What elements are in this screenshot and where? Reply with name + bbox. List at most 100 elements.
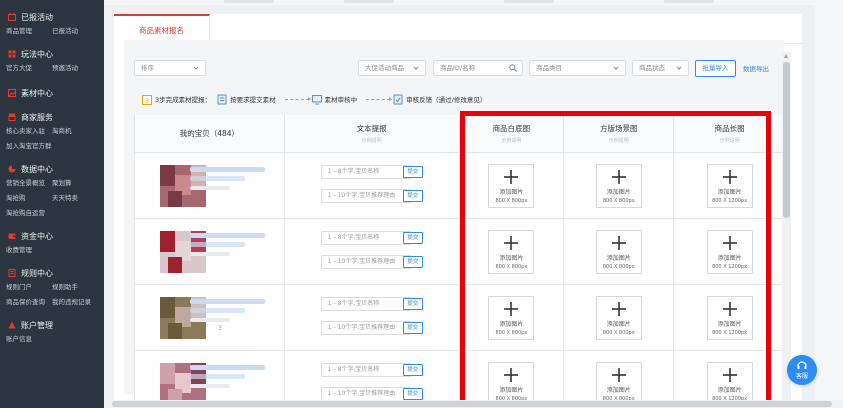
user-icon: [8, 321, 16, 329]
example-link[interactable]: 示例说明: [609, 137, 629, 144]
customer-service-button[interactable]: 客服: [787, 355, 817, 385]
item-name-input[interactable]: 1 - 8个字,宝贝名称: [320, 231, 411, 245]
image-size-label: 800 X 1200px: [712, 264, 748, 270]
item-reason-input[interactable]: 1 - 10个字,宝贝推荐理由: [320, 387, 411, 401]
sidebar-group-gameplay: 玩法中心 官方大促 预邀活动: [0, 41, 104, 78]
submit-name-button[interactable]: 提交: [402, 232, 423, 244]
submit-name-button[interactable]: 提交: [402, 166, 423, 178]
add-image-button[interactable]: 添加图片 800 X 800px: [595, 164, 642, 208]
sidebar-head-label: 数据中心: [21, 164, 53, 174]
sidebar-item-core-seller[interactable]: 核心卖家入驻: [6, 124, 52, 139]
submit-name-button[interactable]: 提交: [402, 364, 423, 376]
sidebar-item-juhuasuan[interactable]: 聚划算: [52, 176, 98, 191]
item-name-placeholder: 1 - 8个字,宝贝名称: [327, 366, 380, 373]
add-image-label: 添加图片: [499, 189, 524, 196]
sidebar-head-activities[interactable]: 已报活动: [0, 10, 104, 24]
scroll-up-icon[interactable]: [784, 54, 788, 58]
item-reason-input[interactable]: 1 - 10个字,宝贝推荐理由: [320, 321, 411, 335]
sidebar-head-rules[interactable]: 规则中心: [0, 266, 104, 280]
table-row: 31 - 8个字,宝贝名称 提交 1 - 10个字,宝贝推荐理由 提交 添加图片 800 …: [135, 285, 786, 351]
submit-reason-button[interactable]: 提交: [402, 388, 423, 400]
monitor-icon: [311, 94, 322, 105]
sidebar-item-rules-portal[interactable]: 规则门户: [6, 280, 52, 295]
submit-reason-button[interactable]: 提交: [402, 256, 423, 268]
long-image-cell: 添加图片 800 X 1200px: [674, 285, 786, 350]
horizontal-scrollbar[interactable]: [104, 400, 843, 408]
image-size-label: 800 X 1200px: [712, 198, 748, 204]
add-image-button[interactable]: 添加图片 800 X 800px: [488, 164, 535, 208]
item-reason-input[interactable]: 1 - 10个字,宝贝推荐理由: [320, 255, 411, 269]
sidebar-item-join-group[interactable]: 加入淘宝官方群: [6, 139, 98, 154]
sidebar-item-taoqianggou[interactable]: 淘抢购: [6, 191, 52, 206]
search-icon[interactable]: [509, 64, 517, 72]
calendar-3-icon: 3: [142, 94, 152, 105]
table-row: 1 - 8个字,宝贝名称 提交 1 - 10个字,宝贝推荐理由 提交 添加图片 800 X…: [135, 153, 786, 219]
sidebar-item-overview[interactable]: 营销全景概览: [6, 176, 52, 191]
add-image-button[interactable]: 添加图片 800 X 800px: [595, 230, 642, 274]
category-select[interactable]: 商品类目: [529, 60, 626, 76]
sidebar-item-rules-helper[interactable]: 规则助手: [52, 280, 98, 295]
submit-reason-button[interactable]: 提交: [402, 322, 423, 334]
step-1-label: 按要求提交素材: [230, 96, 276, 104]
sidebar-item-account-info[interactable]: 账户信息: [6, 332, 52, 347]
sidebar-item-fees[interactable]: 收费管理: [6, 243, 52, 258]
submit-reason-button[interactable]: 提交: [402, 190, 423, 202]
add-image-button[interactable]: 添加图片 800 X 800px: [488, 296, 535, 340]
product-title-blurred: [190, 299, 265, 304]
sidebar-item-invite-activities[interactable]: 预邀活动: [52, 61, 98, 76]
example-link[interactable]: 示例说明: [501, 137, 521, 144]
vertical-scrollbar[interactable]: [782, 52, 791, 408]
chevron-down-icon: [613, 66, 619, 70]
product-meta-blurred: [190, 384, 230, 388]
scene-image-cell: 添加图片 800 X 800px: [564, 285, 675, 350]
sidebar-head-label: 账户管理: [21, 320, 53, 330]
sidebar-head-data[interactable]: 数据中心: [0, 162, 104, 176]
item-name-input[interactable]: 1 - 8个字,宝贝名称: [320, 297, 411, 311]
steps-intro: 3步完成素材提报：: [155, 96, 212, 104]
add-image-button[interactable]: 添加图片 800 X 800px: [595, 296, 642, 340]
sidebar-item-violations[interactable]: 我的违规记录: [52, 295, 98, 310]
sidebar-item-official-promo[interactable]: 官方大促: [6, 61, 52, 76]
item-name-input[interactable]: 1 - 8个字,宝贝名称: [320, 363, 411, 377]
scroll-thumb[interactable]: [112, 401, 832, 407]
sort-select[interactable]: 排序: [134, 60, 206, 76]
add-image-button[interactable]: 添加图片 800 X 800px: [488, 230, 535, 274]
header-label: 我的宝贝（484）: [179, 129, 240, 138]
header-long-image: 商品长图 示例说明: [674, 115, 786, 152]
chevron-down-icon: [193, 66, 199, 70]
add-image-button[interactable]: 添加图片 800 X 1200px: [706, 230, 753, 274]
sidebar-head-account[interactable]: 账户管理: [0, 318, 104, 332]
submit-name-button[interactable]: 提交: [402, 298, 423, 310]
sidebar-group-funds: 资金中心 收费管理: [0, 223, 104, 260]
batch-import-button[interactable]: 批量导入: [695, 60, 736, 77]
sidebar-item-price-protect[interactable]: 商品保价查询: [6, 295, 52, 310]
sidebar-head-service[interactable]: 商家服务: [0, 110, 104, 124]
example-link[interactable]: 示例说明: [720, 137, 740, 144]
sidebar-item-goods-manage[interactable]: 商品管理: [6, 24, 52, 39]
add-image-label: 添加图片: [606, 189, 631, 196]
text-submit-cell: 1 - 8个字,宝贝名称 提交 1 - 10个字,宝贝推荐理由 提交: [285, 285, 460, 350]
search-input[interactable]: 商品ID/名称: [433, 60, 523, 76]
sidebar-group-service: 商家服务 核心卖家入驻 淘商机 加入淘宝官方群: [0, 104, 104, 156]
add-image-button[interactable]: 添加图片 800 X 1200px: [706, 296, 753, 340]
item-reason-input[interactable]: 1 - 10个字,宝贝推荐理由: [320, 189, 411, 203]
sidebar-head-funds[interactable]: 资金中心: [0, 229, 104, 243]
sidebar-item-joined-activities[interactable]: 已报活动: [52, 24, 98, 39]
status-select[interactable]: 商品状态: [632, 60, 689, 76]
sidebar-head-gameplay[interactable]: 玩法中心: [0, 47, 104, 61]
sidebar-head-material[interactable]: 素材中心: [0, 84, 104, 102]
sidebar-item-opportunity[interactable]: 淘商机: [52, 124, 98, 139]
data-export-link[interactable]: 数据导出: [743, 63, 769, 73]
long-image-cell: 添加图片 800 X 1200px: [674, 153, 786, 218]
item-name-input[interactable]: 1 - 8个字,宝贝名称: [320, 165, 411, 179]
product-cell: [135, 219, 285, 284]
product-meta-blurred: [190, 318, 230, 322]
sidebar-item-self-operate[interactable]: 淘抢购自运营: [6, 206, 98, 221]
big-promo-select[interactable]: 大促活动商品: [358, 60, 426, 76]
example-link[interactable]: 示例说明: [362, 137, 382, 144]
plus-icon: [722, 302, 737, 316]
add-image-button[interactable]: 添加图片 800 X 1200px: [706, 164, 753, 208]
search-placeholder: 商品ID/名称: [440, 64, 476, 72]
scroll-thumb[interactable]: [783, 62, 790, 218]
sidebar-item-tiantian[interactable]: 天天特卖: [52, 191, 98, 206]
